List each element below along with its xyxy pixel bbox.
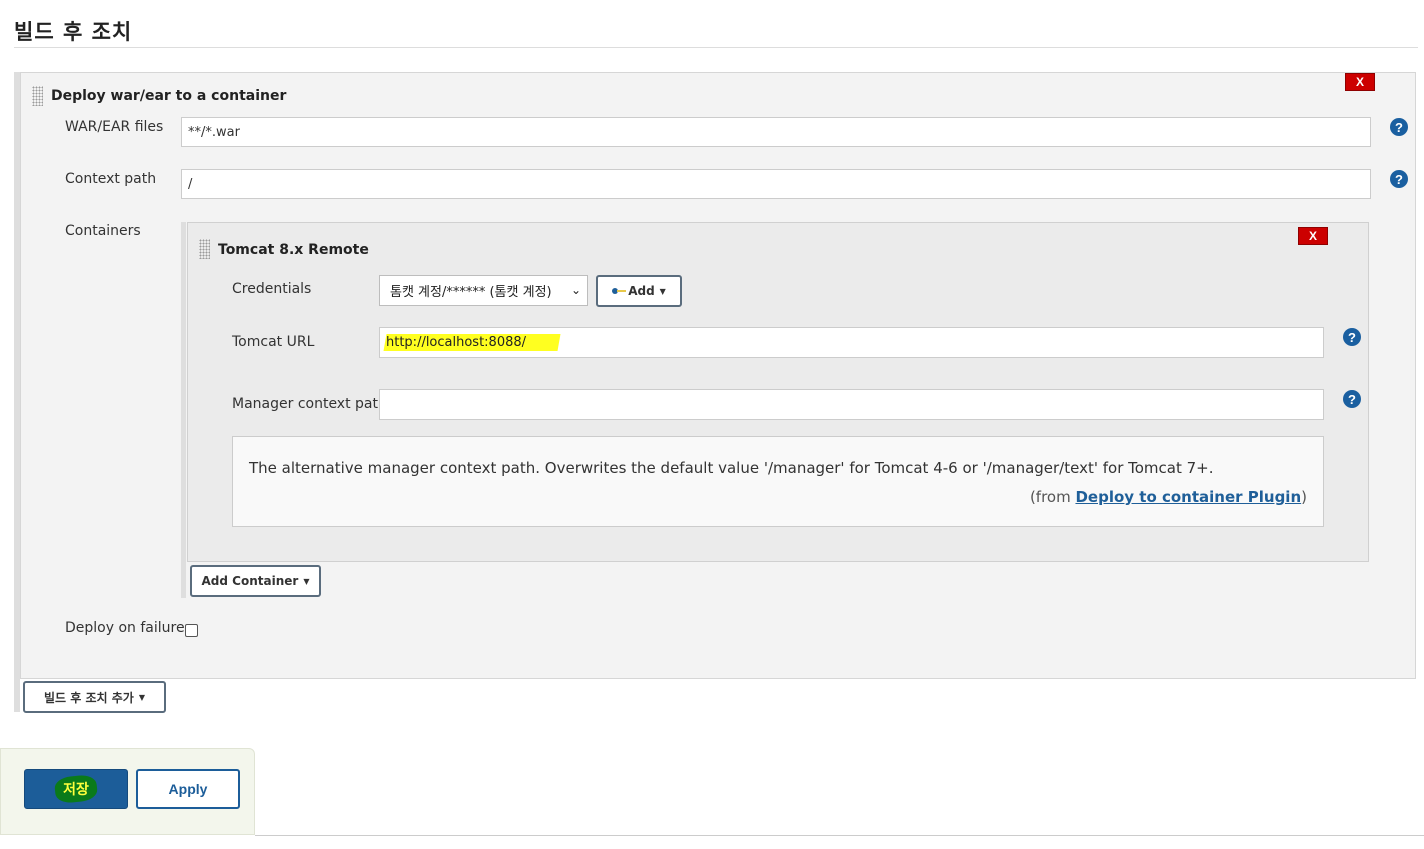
tomcat-url-value: http://localhost:8088/	[386, 335, 527, 350]
container-left-bar	[181, 222, 186, 598]
credentials-label: Credentials	[232, 281, 312, 297]
section-divider	[14, 47, 1418, 48]
war-files-input[interactable]	[181, 117, 1371, 147]
add-container-button[interactable]: Add Container ▼	[190, 565, 321, 597]
help-from-prefix: (from	[1029, 488, 1076, 506]
deploy-step-title: Deploy war/ear to a container	[51, 88, 287, 104]
manager-context-input[interactable]	[379, 389, 1324, 420]
delete-step-button[interactable]: X	[1345, 73, 1375, 91]
save-button[interactable]: 저장	[24, 769, 128, 809]
tomcat-url-input[interactable]: http://localhost:8088/	[379, 327, 1324, 358]
section-title: 빌드 후 조치	[14, 20, 133, 44]
bottom-divider	[255, 835, 1424, 836]
deploy-on-failure-label: Deploy on failure	[65, 620, 185, 636]
caret-down-icon: ▼	[138, 692, 145, 702]
save-label-highlight: 저장	[55, 776, 97, 802]
apply-button[interactable]: Apply	[136, 769, 240, 809]
tomcat-title: Tomcat 8.x Remote	[218, 242, 369, 258]
context-path-help-icon[interactable]: ?	[1390, 170, 1408, 188]
help-from-suffix: )	[1301, 488, 1307, 506]
credentials-select[interactable]: 톰캣 계정/****** (톰캣 계정) ⌄	[379, 275, 588, 306]
context-path-input[interactable]	[181, 169, 1371, 199]
tomcat-url-label: Tomcat URL	[232, 334, 315, 350]
help-box: The alternative manager context path. Ov…	[232, 436, 1324, 527]
war-files-label: WAR/EAR files	[65, 119, 164, 135]
manager-context-help-icon[interactable]: ?	[1343, 390, 1361, 408]
add-container-label: Add Container	[201, 574, 299, 588]
containers-label: Containers	[65, 223, 141, 239]
tomcat-url-help-icon[interactable]: ?	[1343, 328, 1361, 346]
add-credentials-label: Add	[628, 284, 655, 298]
credentials-selected-value: 톰캣 계정/****** (톰캣 계정)	[390, 285, 552, 300]
add-credentials-button[interactable]: Add ▼	[596, 275, 682, 307]
context-path-label: Context path	[65, 171, 157, 187]
deploy-on-failure-checkbox[interactable]	[185, 624, 198, 637]
save-label: 저장	[63, 782, 89, 798]
caret-down-icon: ▼	[659, 286, 666, 296]
chevron-down-icon: ⌄	[570, 283, 581, 297]
key-icon	[612, 287, 627, 295]
drag-handle-icon[interactable]	[32, 86, 43, 106]
help-source: (from Deploy to container Plugin)	[1030, 488, 1307, 506]
delete-container-button[interactable]: X	[1298, 227, 1328, 245]
add-post-build-action-button[interactable]: 빌드 후 조치 추가 ▼	[23, 681, 166, 713]
add-post-build-label: 빌드 후 조치 추가	[44, 690, 134, 705]
war-files-help-icon[interactable]: ?	[1390, 118, 1408, 136]
container-drag-handle-icon[interactable]	[199, 239, 210, 259]
help-text: The alternative manager context path. Ov…	[249, 459, 1214, 477]
plugin-link[interactable]: Deploy to container Plugin	[1075, 488, 1301, 506]
manager-context-label: Manager context path	[232, 396, 387, 412]
caret-down-icon: ▼	[303, 576, 310, 586]
